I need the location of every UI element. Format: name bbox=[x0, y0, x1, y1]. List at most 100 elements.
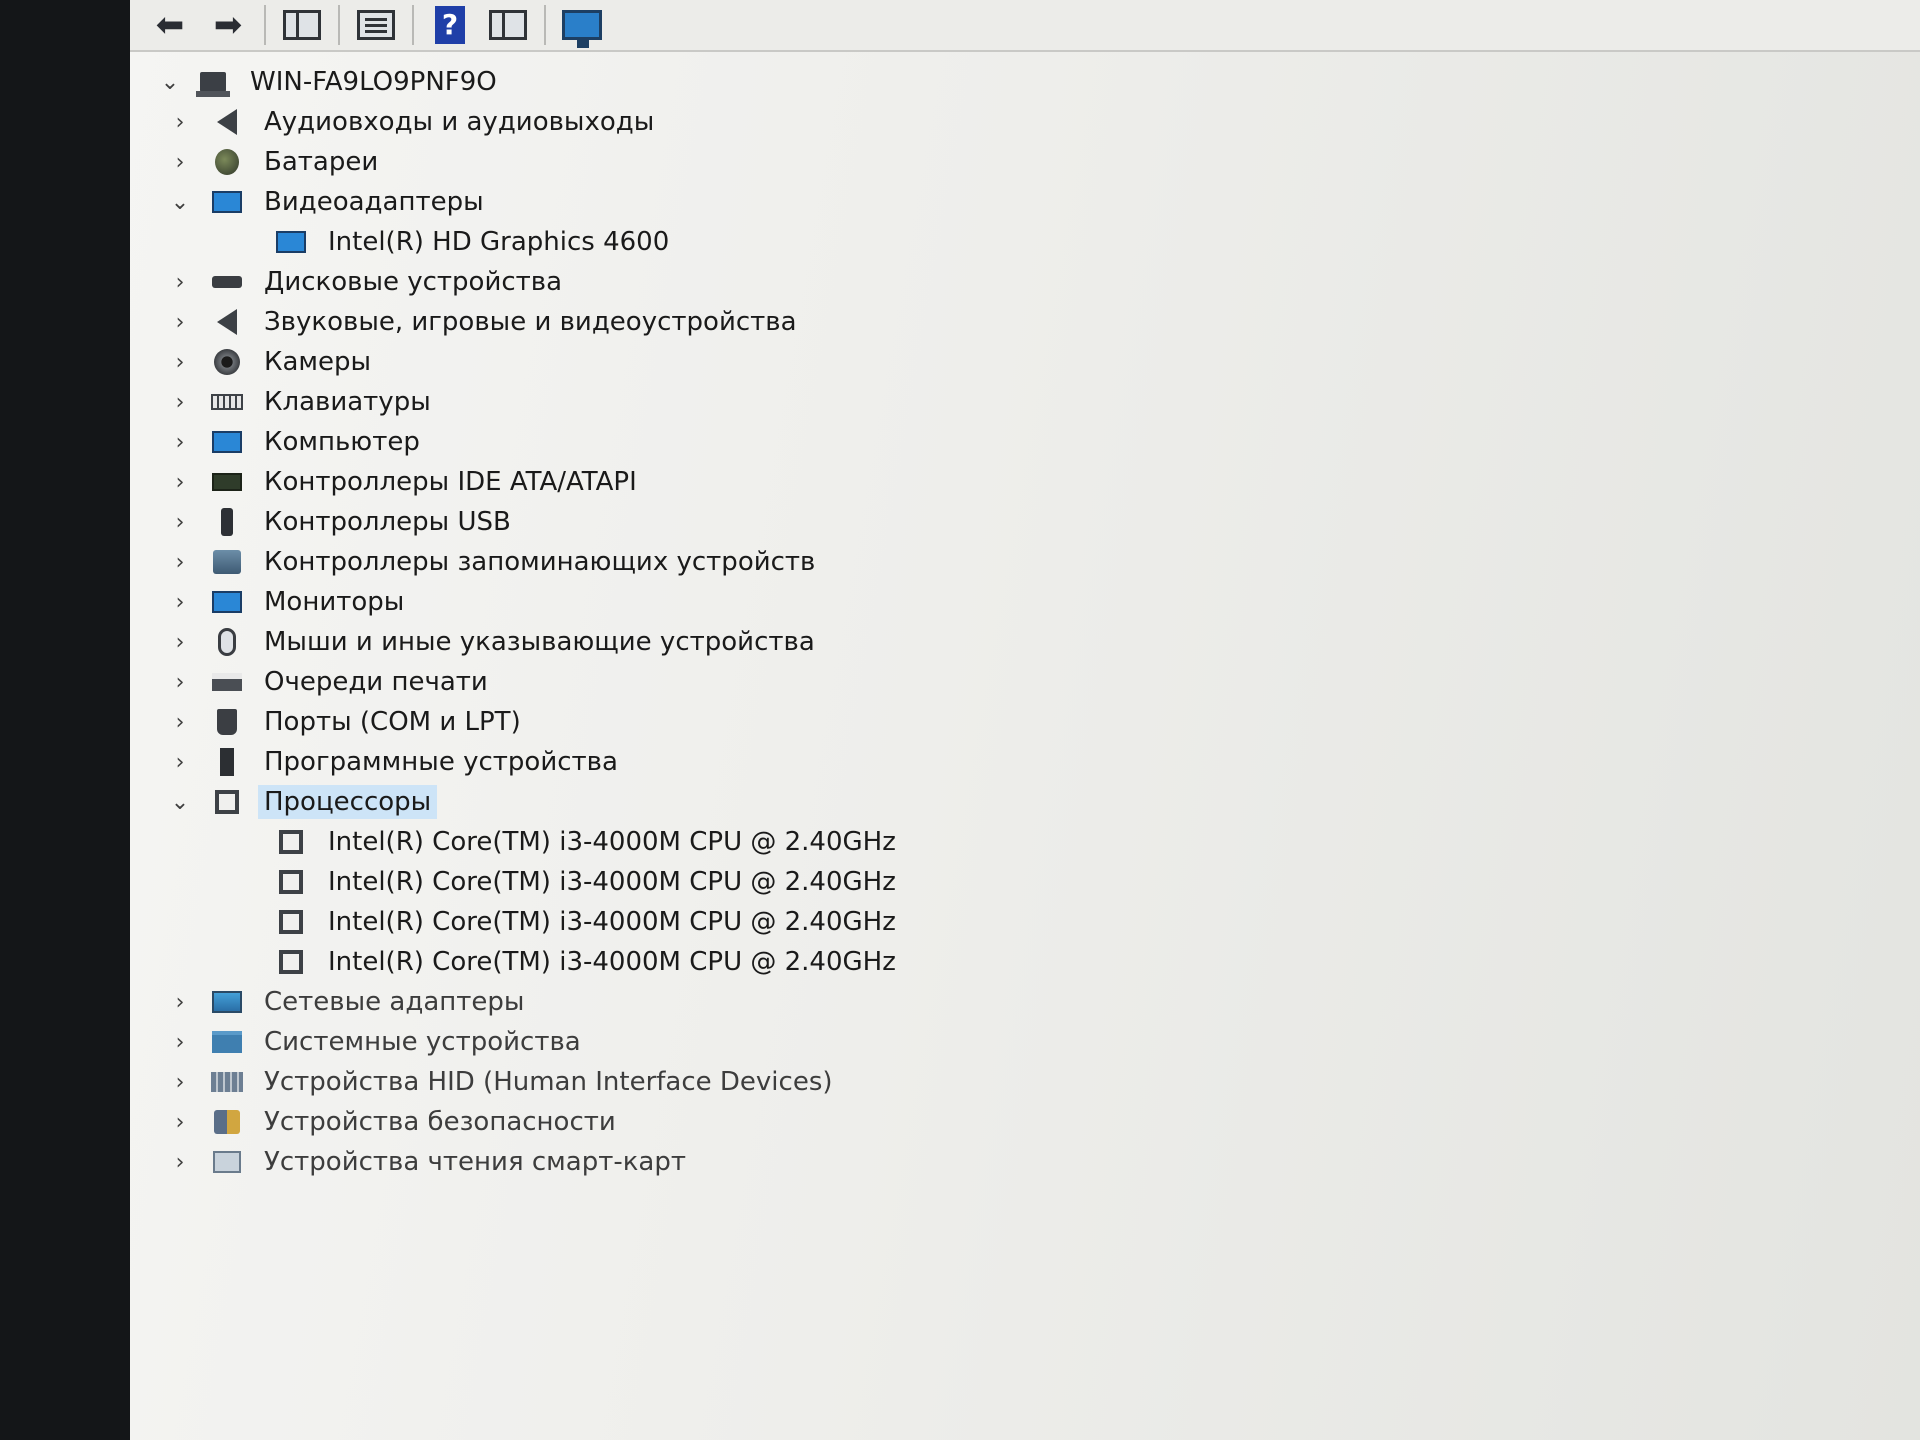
chevron-right-icon[interactable]: › bbox=[170, 347, 190, 377]
tree-category[interactable]: › Контроллеры IDE ATA/ATAPI bbox=[160, 462, 1860, 502]
chevron-right-icon[interactable]: › bbox=[170, 1067, 190, 1097]
processor-icon bbox=[274, 907, 308, 937]
system-devices-icon bbox=[210, 1027, 244, 1057]
tree-category[interactable]: › Мониторы bbox=[160, 582, 1860, 622]
properties-button[interactable] bbox=[354, 4, 398, 46]
chevron-right-icon[interactable]: › bbox=[170, 587, 190, 617]
chevron-right-icon[interactable]: › bbox=[170, 467, 190, 497]
chevron-right-icon[interactable]: › bbox=[170, 107, 190, 137]
chevron-right-icon[interactable]: › bbox=[170, 387, 190, 417]
chevron-down-icon[interactable]: ⌄ bbox=[170, 787, 190, 817]
tree-category-label: Порты (COM и LPT) bbox=[264, 707, 521, 737]
tree-device-label: Intel(R) HD Graphics 4600 bbox=[328, 227, 670, 257]
processor-icon bbox=[210, 787, 244, 817]
tree-category-label: Устройства безопасности bbox=[264, 1107, 616, 1137]
tree-device-label: Intel(R) Core(TM) i3-4000M CPU @ 2.40GHz bbox=[328, 947, 896, 977]
tree-category[interactable]: › Звуковые, игровые и видеоустройства bbox=[160, 302, 1860, 342]
tree-category[interactable]: › Устройства чтения смарт-карт bbox=[160, 1142, 1860, 1182]
tree-category-label: Видеоадаптеры bbox=[264, 187, 484, 217]
processor-icon bbox=[274, 867, 308, 897]
chevron-right-icon[interactable]: › bbox=[170, 147, 190, 177]
tree-device[interactable]: Intel(R) Core(TM) i3-4000M CPU @ 2.40GHz bbox=[160, 862, 1860, 902]
device-manager-window: ⬅ ➡ ? ⌄ WIN-FA9LO9PNF9O › Аудиовходы и ау… bbox=[130, 0, 1920, 1440]
forward-button[interactable]: ➡ bbox=[206, 4, 250, 46]
tree-category[interactable]: › Сетевые адаптеры bbox=[160, 982, 1860, 1022]
chevron-right-icon[interactable]: › bbox=[170, 747, 190, 777]
chevron-right-icon[interactable]: › bbox=[170, 547, 190, 577]
chevron-right-icon[interactable]: › bbox=[170, 507, 190, 537]
tree-root[interactable]: ⌄ WIN-FA9LO9PNF9O bbox=[160, 62, 1860, 102]
show-hide-console-tree-button[interactable] bbox=[280, 4, 324, 46]
mouse-icon bbox=[210, 627, 244, 657]
chevron-right-icon[interactable]: › bbox=[170, 707, 190, 737]
tree-category-label: Контроллеры запоминающих устройств bbox=[264, 547, 816, 577]
help-button[interactable]: ? bbox=[428, 4, 472, 46]
chevron-right-icon[interactable]: › bbox=[170, 307, 190, 337]
ide-controller-icon bbox=[210, 467, 244, 497]
chevron-right-icon[interactable]: › bbox=[170, 987, 190, 1017]
tree-category[interactable]: ⌄ Видеоадаптеры bbox=[160, 182, 1860, 222]
chevron-down-icon[interactable]: ⌄ bbox=[170, 187, 190, 217]
battery-icon bbox=[210, 147, 244, 177]
speaker-icon bbox=[210, 107, 244, 137]
tree-category-label: Устройства чтения смарт-карт bbox=[264, 1147, 687, 1177]
smart-card-reader-icon bbox=[210, 1147, 244, 1177]
tree-category[interactable]: › Дисковые устройства bbox=[160, 262, 1860, 302]
scan-hardware-button[interactable] bbox=[560, 4, 604, 48]
console-tree-icon bbox=[283, 10, 321, 40]
tree-device-label: Intel(R) Core(TM) i3-4000M CPU @ 2.40GHz bbox=[328, 827, 896, 857]
chevron-right-icon[interactable]: › bbox=[170, 627, 190, 657]
tree-category-label: Батареи bbox=[264, 147, 379, 177]
tree-category[interactable]: › Системные устройства bbox=[160, 1022, 1860, 1062]
disk-drive-icon bbox=[210, 267, 244, 297]
computer-icon bbox=[196, 67, 230, 97]
tree-category-label: Камеры bbox=[264, 347, 372, 377]
security-device-icon bbox=[210, 1107, 244, 1137]
device-tree: ⌄ WIN-FA9LO9PNF9O › Аудиовходы и аудиовых… bbox=[160, 62, 1860, 1182]
software-device-icon bbox=[210, 747, 244, 777]
tree-category-label: Системные устройства bbox=[264, 1027, 581, 1057]
tree-device[interactable]: Intel(R) Core(TM) i3-4000M CPU @ 2.40GHz bbox=[160, 942, 1860, 982]
tree-category[interactable]: › Аудиовходы и аудиовыходы bbox=[160, 102, 1860, 142]
chevron-right-icon[interactable]: › bbox=[170, 1107, 190, 1137]
tree-category[interactable]: › Батареи bbox=[160, 142, 1860, 182]
display-adapter-icon bbox=[274, 227, 308, 257]
tree-category[interactable]: › Порты (COM и LPT) bbox=[160, 702, 1860, 742]
scan-monitor-icon bbox=[562, 10, 602, 48]
tree-device[interactable]: Intel(R) Core(TM) i3-4000M CPU @ 2.40GHz bbox=[160, 822, 1860, 862]
tree-category[interactable]: › Устройства безопасности bbox=[160, 1102, 1860, 1142]
tree-category[interactable]: › Мыши и иные указывающие устройства bbox=[160, 622, 1860, 662]
tree-device[interactable]: Intel(R) Core(TM) i3-4000M CPU @ 2.40GHz bbox=[160, 902, 1860, 942]
help-icon: ? bbox=[435, 6, 465, 44]
back-button[interactable]: ⬅ bbox=[148, 4, 192, 46]
tree-category-label: Клавиатуры bbox=[264, 387, 431, 417]
processor-icon bbox=[274, 827, 308, 857]
arrow-right-icon: ➡ bbox=[213, 5, 243, 45]
chevron-right-icon[interactable]: › bbox=[170, 667, 190, 697]
tree-category-label: Мыши и иные указывающие устройства bbox=[264, 627, 815, 657]
tree-device-label: Intel(R) Core(TM) i3-4000M CPU @ 2.40GHz bbox=[328, 867, 896, 897]
tree-category[interactable]: › Компьютер bbox=[160, 422, 1860, 462]
tree-category[interactable]: › Программные устройства bbox=[160, 742, 1860, 782]
tree-category[interactable]: › Контроллеры USB bbox=[160, 502, 1860, 542]
display-adapter-icon bbox=[210, 187, 244, 217]
chevron-down-icon[interactable]: ⌄ bbox=[160, 67, 180, 97]
tree-category[interactable]: ⌄ Процессоры bbox=[160, 782, 1860, 822]
arrow-left-icon: ⬅ bbox=[155, 5, 185, 45]
tree-category[interactable]: › Контроллеры запоминающих устройств bbox=[160, 542, 1860, 582]
tree-device[interactable]: Intel(R) HD Graphics 4600 bbox=[160, 222, 1860, 262]
tree-category[interactable]: › Клавиатуры bbox=[160, 382, 1860, 422]
tree-category[interactable]: › Очереди печати bbox=[160, 662, 1860, 702]
tree-category[interactable]: › Устройства HID (Human Interface Devices… bbox=[160, 1062, 1860, 1102]
monitor-icon bbox=[210, 587, 244, 617]
port-icon bbox=[210, 707, 244, 737]
toolbar-separator bbox=[264, 5, 266, 45]
show-hide-action-pane-button[interactable] bbox=[486, 4, 530, 46]
chevron-right-icon[interactable]: › bbox=[170, 267, 190, 297]
tree-category-label: Очереди печати bbox=[264, 667, 488, 697]
tree-category[interactable]: › Камеры bbox=[160, 342, 1860, 382]
chevron-right-icon[interactable]: › bbox=[170, 1147, 190, 1177]
tree-category-label: Контроллеры USB bbox=[264, 507, 511, 537]
chevron-right-icon[interactable]: › bbox=[170, 1027, 190, 1057]
chevron-right-icon[interactable]: › bbox=[170, 427, 190, 457]
